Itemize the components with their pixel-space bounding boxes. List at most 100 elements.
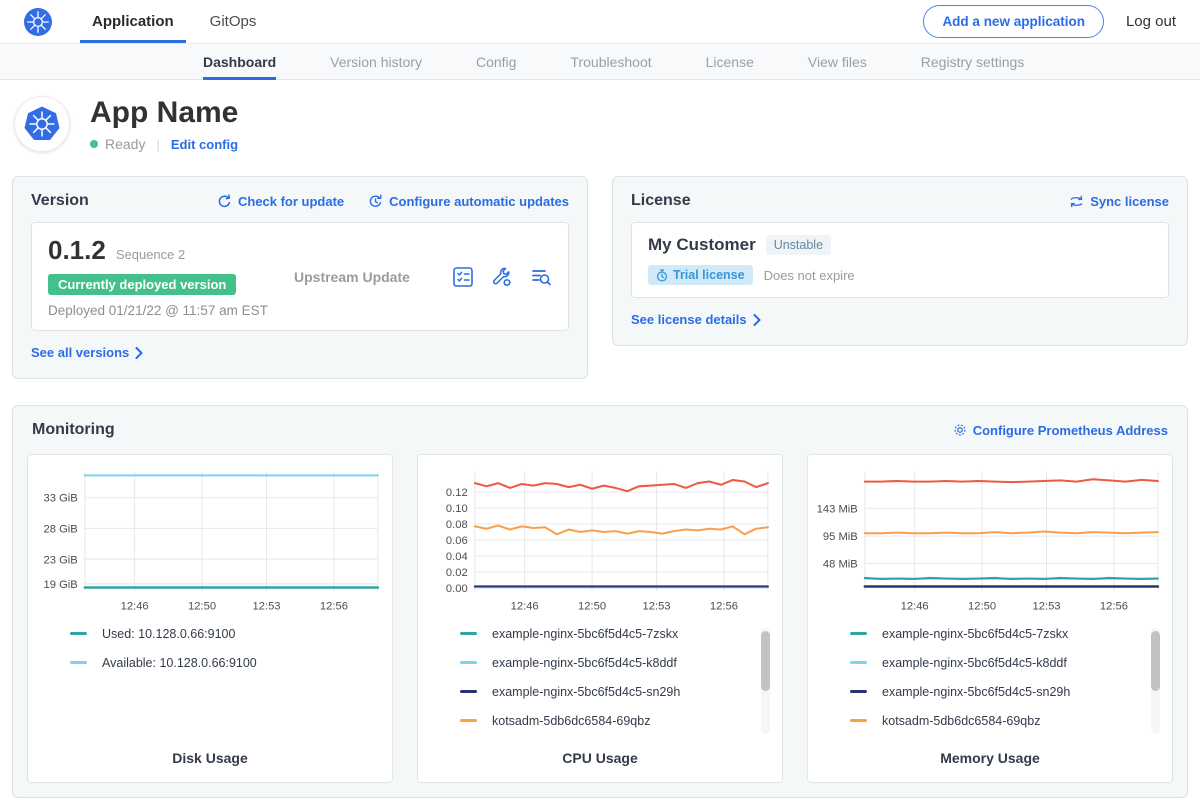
see-all-versions-label: See all versions — [31, 345, 129, 360]
chevron-right-icon — [135, 347, 143, 359]
sync-license-label: Sync license — [1090, 194, 1169, 209]
legend-series-label: example-nginx-5bc6f5d4c5-k8ddf — [492, 656, 677, 670]
see-license-details-link[interactable]: See license details — [631, 312, 761, 327]
file-diff-search-icon[interactable] — [530, 266, 552, 288]
legend-item: kotsadm-5db6dc6584-69qbz — [460, 713, 774, 729]
legend-scrollbar-thumb[interactable] — [761, 631, 770, 691]
legend-color-dash — [460, 719, 477, 722]
chart-title: Memory Usage — [816, 750, 1164, 766]
legend-color-dash — [460, 661, 477, 664]
configure-automatic-updates-link[interactable]: Configure automatic updates — [368, 194, 569, 209]
cpu-usage-chart: 0.000.020.040.060.080.100.1212:4612:5012… — [426, 463, 774, 618]
legend-series-label: example-nginx-5bc6f5d4c5-sn29h — [882, 685, 1070, 699]
disk-usage-chart-card: 19 GiB23 GiB28 GiB33 GiB12:4612:5012:531… — [27, 454, 393, 783]
version-info: 0.1.2 Sequence 2 Currently deployed vers… — [48, 235, 270, 318]
legend-scrollbar[interactable] — [1151, 628, 1160, 734]
kubernetes-app-icon — [22, 104, 62, 144]
svg-text:95 MiB: 95 MiB — [823, 531, 858, 543]
legend-color-dash — [460, 690, 477, 693]
svg-text:19 GiB: 19 GiB — [44, 579, 78, 591]
memory-usage-chart-card: 48 MiB95 MiB143 MiB12:4612:5012:5312:56 … — [807, 454, 1173, 783]
svg-text:12:50: 12:50 — [578, 601, 606, 613]
config-wrench-gear-icon[interactable] — [491, 266, 513, 288]
see-all-versions-link[interactable]: See all versions — [31, 345, 143, 360]
version-source: Upstream Update — [270, 269, 452, 285]
legend-item: example-nginx-5bc6f5d4c5-k8ddf — [850, 655, 1164, 671]
svg-text:12:56: 12:56 — [320, 601, 348, 613]
legend-color-dash — [850, 690, 867, 693]
sync-arrows-icon — [1069, 195, 1084, 208]
legend-color-dash — [850, 661, 867, 664]
svg-text:0.04: 0.04 — [446, 551, 468, 563]
edit-config-link[interactable]: Edit config — [171, 137, 238, 152]
tab-config[interactable]: Config — [476, 44, 516, 79]
charts-row: 19 GiB23 GiB28 GiB33 GiB12:4612:5012:531… — [27, 454, 1173, 783]
configure-prometheus-link[interactable]: Configure Prometheus Address — [953, 423, 1168, 438]
top-nav-spacer — [274, 0, 923, 43]
legend-item: Available: 10.128.0.66:9100 — [70, 655, 384, 671]
cpu-usage-legend: example-nginx-5bc6f5d4c5-7zskxexample-ng… — [426, 626, 774, 738]
preflight-checklist-icon[interactable] — [452, 266, 474, 288]
legend-item: example-nginx-5bc6f5d4c5-k8ddf — [460, 655, 774, 671]
license-card-header: License Sync license — [631, 192, 1169, 210]
tab-view-files[interactable]: View files — [808, 44, 867, 79]
top-tab-label: Application — [92, 13, 174, 30]
tab-version-history[interactable]: Version history — [330, 44, 422, 79]
legend-color-dash — [460, 632, 477, 635]
tab-label: Version history — [330, 54, 422, 70]
check-for-update-label: Check for update — [238, 194, 344, 209]
legend-color-dash — [70, 661, 87, 664]
svg-text:28 GiB: 28 GiB — [44, 523, 78, 535]
currently-deployed-badge: Currently deployed version — [48, 274, 236, 295]
version-action-icons — [452, 266, 552, 288]
legend-color-dash — [850, 719, 867, 722]
version-card-actions: Check for update Configure automatic upd… — [217, 194, 569, 209]
legend-series-label: kotsadm-5db6dc6584-69qbz — [492, 714, 650, 728]
configure-automatic-updates-label: Configure automatic updates — [389, 194, 569, 209]
monitoring-card: Monitoring Configure Prometheus Address … — [12, 405, 1188, 798]
license-type-row: Trial license Does not expire — [648, 265, 1152, 285]
deployed-timestamp: Deployed 01/21/22 @ 11:57 am EST — [48, 303, 270, 318]
tab-label: Dashboard — [203, 54, 276, 70]
legend-scrollbar-thumb[interactable] — [1151, 631, 1160, 691]
legend-items: example-nginx-5bc6f5d4c5-7zskx example-ng… — [850, 626, 1164, 729]
tab-troubleshoot[interactable]: Troubleshoot — [570, 44, 651, 79]
tab-registry-settings[interactable]: Registry settings — [921, 44, 1024, 79]
svg-text:12:53: 12:53 — [253, 601, 281, 613]
version-number-row: 0.1.2 Sequence 2 — [48, 235, 270, 266]
add-application-button[interactable]: Add a new application — [923, 5, 1104, 38]
tab-license[interactable]: License — [706, 44, 754, 79]
legend-series-label: example-nginx-5bc6f5d4c5-k8ddf — [882, 656, 1067, 670]
see-license-details-label: See license details — [631, 312, 747, 327]
gear-icon — [953, 423, 967, 437]
tab-dashboard[interactable]: Dashboard — [203, 44, 276, 79]
check-for-update-link[interactable]: Check for update — [217, 194, 344, 209]
logout-link[interactable]: Log out — [1126, 13, 1176, 30]
svg-text:0.10: 0.10 — [446, 503, 468, 515]
svg-text:0.06: 0.06 — [446, 535, 468, 547]
legend-series-label: example-nginx-5bc6f5d4c5-7zskx — [882, 627, 1068, 641]
top-tab-gitops[interactable]: GitOps — [198, 0, 269, 43]
legend-scrollbar[interactable] — [761, 628, 770, 734]
current-version-box: 0.1.2 Sequence 2 Currently deployed vers… — [31, 222, 569, 331]
svg-text:12:50: 12:50 — [188, 601, 216, 613]
refresh-icon — [217, 194, 232, 209]
legend-item: example-nginx-5bc6f5d4c5-7zskx — [850, 626, 1164, 642]
kubernetes-logo[interactable] — [24, 8, 52, 36]
svg-text:12:56: 12:56 — [710, 601, 738, 613]
stopwatch-icon — [656, 269, 668, 282]
sync-license-link[interactable]: Sync license — [1069, 194, 1169, 209]
legend-series-label: kotsadm-5db6dc6584-69qbz — [882, 714, 1040, 728]
dashboard-content: Version Check for update — [0, 170, 1200, 798]
legend-color-dash — [70, 632, 87, 635]
svg-text:48 MiB: 48 MiB — [823, 558, 858, 570]
tab-label: Registry settings — [921, 54, 1024, 70]
top-tabs: Application GitOps — [74, 0, 274, 43]
top-tab-label: GitOps — [210, 13, 257, 30]
top-tab-application[interactable]: Application — [80, 0, 186, 43]
svg-text:12:46: 12:46 — [121, 601, 149, 613]
version-number: 0.1.2 — [48, 235, 106, 266]
svg-text:0.08: 0.08 — [446, 519, 468, 531]
svg-text:12:56: 12:56 — [1100, 601, 1128, 613]
legend-item: example-nginx-5bc6f5d4c5-sn29h — [460, 684, 774, 700]
